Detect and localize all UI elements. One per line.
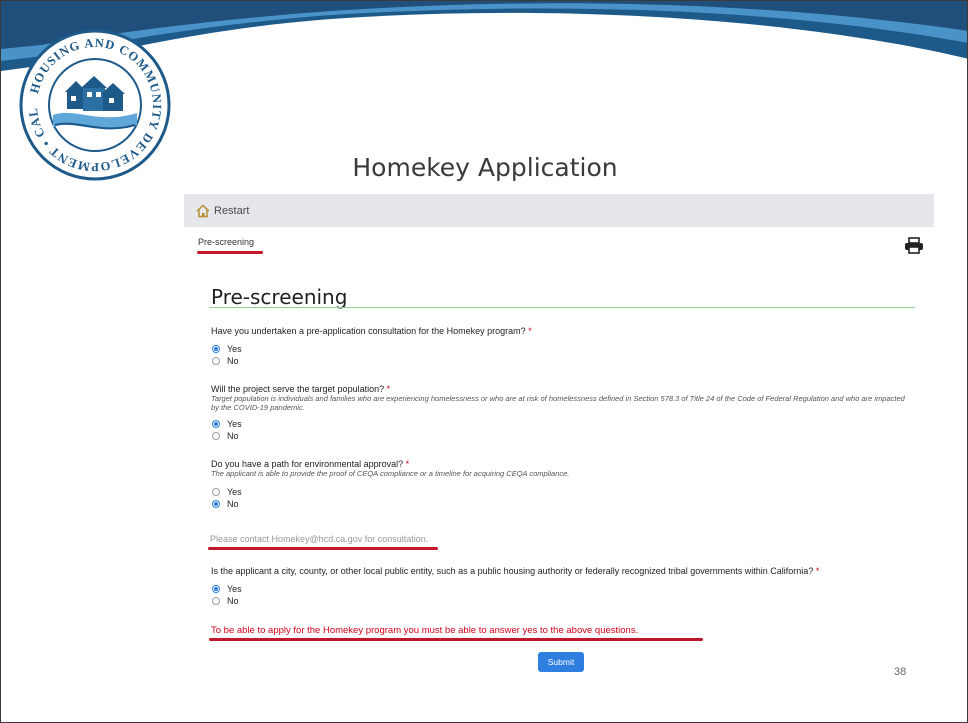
page-number: 38 xyxy=(894,666,907,678)
question-label: Is the applicant a city, county, or othe… xyxy=(211,566,820,576)
slide: HOUSING AND COMMUNITY DEVELOPMENT • CALI… xyxy=(0,0,968,723)
home-icon[interactable] xyxy=(196,204,210,218)
question-label: Will the project serve the target popula… xyxy=(211,384,391,394)
radio-option-no[interactable]: No xyxy=(212,356,239,366)
annotation-underline xyxy=(209,638,703,641)
question-label: Have you undertaken a pre-application co… xyxy=(211,326,532,336)
question-label: Do you have a path for environmental app… xyxy=(211,459,410,469)
restart-link[interactable]: Restart xyxy=(214,205,249,217)
required-marker: * xyxy=(528,326,532,336)
radio-button[interactable] xyxy=(212,500,220,508)
submit-button[interactable]: Submit xyxy=(538,652,584,672)
required-marker: * xyxy=(815,566,820,576)
question-hint: The applicant is able to provide the pro… xyxy=(211,469,570,478)
radio-button[interactable] xyxy=(212,597,220,605)
toolbar: Restart xyxy=(184,194,934,227)
required-marker: * xyxy=(405,459,410,469)
question-hint: Target population is individuals and fam… xyxy=(211,394,905,412)
printer-icon[interactable] xyxy=(904,237,924,254)
radio-option-no[interactable]: No xyxy=(212,499,239,509)
radio-option-no[interactable]: No xyxy=(212,431,239,441)
radio-option-yes[interactable]: Yes xyxy=(212,419,242,429)
radio-option-yes[interactable]: Yes xyxy=(212,584,242,594)
radio-option-yes[interactable]: Yes xyxy=(212,344,242,354)
annotation-underline xyxy=(208,547,438,550)
radio-option-yes[interactable]: Yes xyxy=(212,487,242,497)
radio-option-no[interactable]: No xyxy=(212,596,239,606)
breadcrumb-current[interactable]: Pre-screening xyxy=(198,237,254,247)
radio-button[interactable] xyxy=(212,488,220,496)
radio-button[interactable] xyxy=(212,357,220,365)
required-marker: * xyxy=(386,384,391,394)
annotation-underline xyxy=(197,251,263,254)
radio-button[interactable] xyxy=(212,432,220,440)
contact-note: Please contact Homekey@hcd.ca.gov for co… xyxy=(210,534,429,544)
section-divider xyxy=(209,307,915,308)
radio-button[interactable] xyxy=(212,585,220,593)
radio-button[interactable] xyxy=(212,420,220,428)
section-title: Pre-screening xyxy=(211,285,348,309)
app-title: Homekey Application xyxy=(352,153,618,182)
eligibility-warning: To be able to apply for the Homekey prog… xyxy=(211,625,639,636)
radio-button[interactable] xyxy=(212,345,220,353)
